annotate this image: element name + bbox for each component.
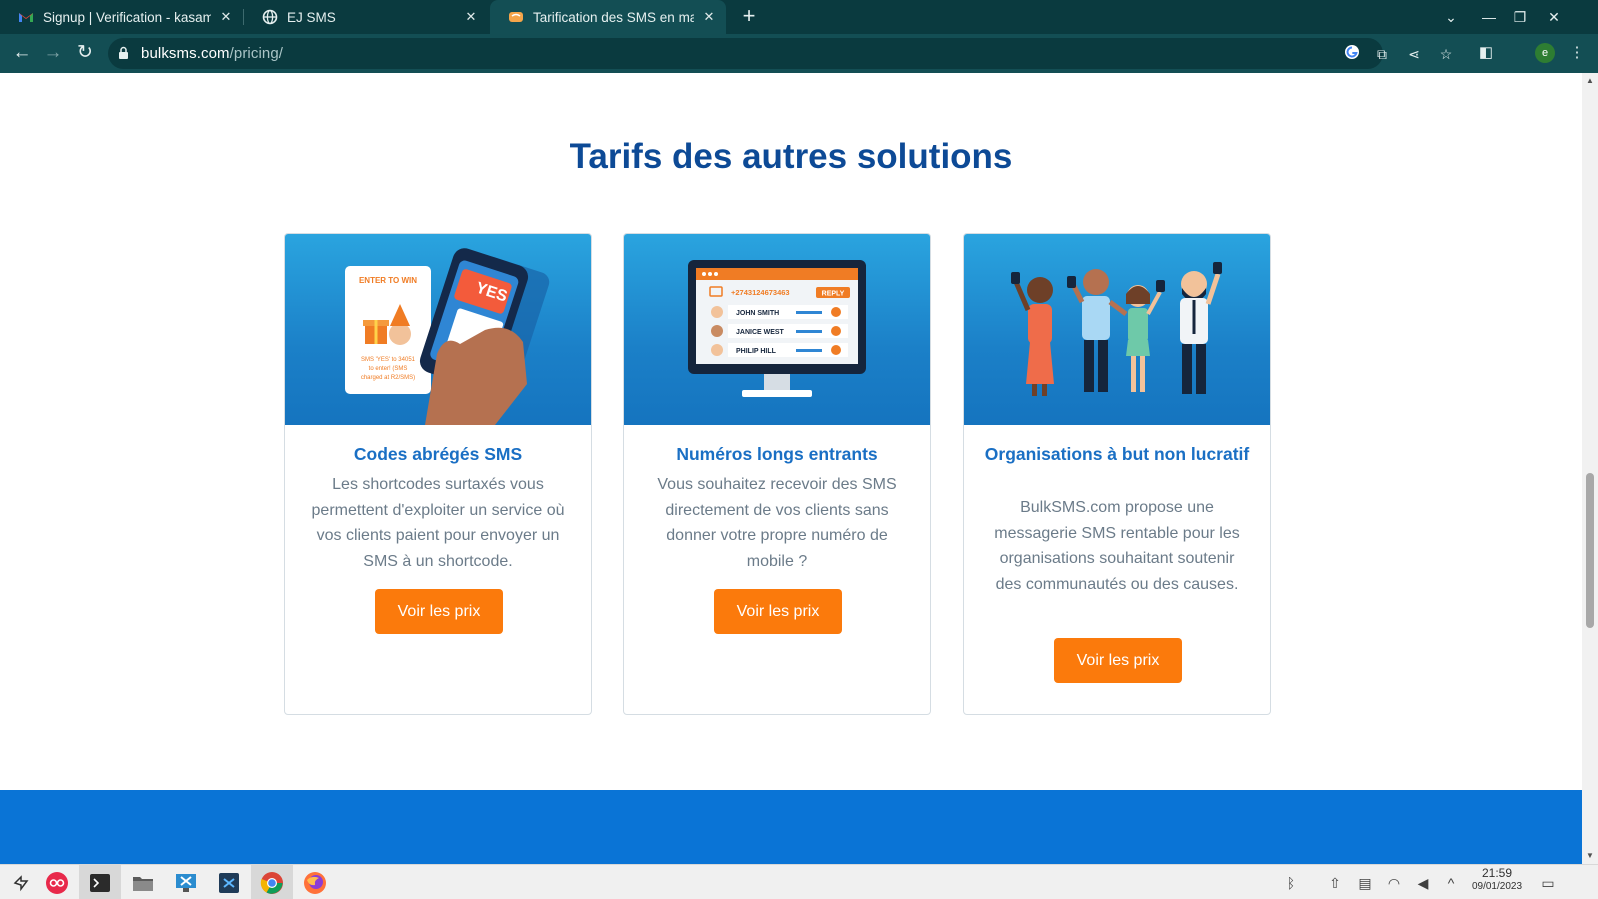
tab-gmail-signup[interactable]: Signup | Verification - kasam ✕ [0, 0, 243, 34]
google-lens-icon[interactable] [1342, 44, 1362, 64]
svg-text:+2743124673463: +2743124673463 [731, 288, 790, 297]
forward-arrow-icon[interactable]: → [38, 38, 68, 68]
svg-text:PHILIP HILL: PHILIP HILL [736, 348, 777, 355]
card-title: Organisations à but non lucratif [984, 444, 1250, 464]
svg-text:JANICE WEST: JANICE WEST [736, 329, 785, 336]
globe-icon [262, 9, 278, 25]
close-tab-icon[interactable]: ✕ [702, 9, 716, 25]
card-nonprofit: Organisations à but non lucratif BulkSMS… [963, 233, 1271, 715]
close-tab-icon[interactable]: ✕ [219, 9, 233, 25]
browser-tab-strip: Signup | Verification - kasam ✕ EJ SMS ✕… [0, 0, 1598, 34]
bookmark-star-icon[interactable]: ☆ [1436, 44, 1456, 64]
profile-avatar[interactable]: e [1535, 43, 1555, 63]
updates-icon[interactable]: ⇧ [1325, 873, 1345, 893]
back-arrow-icon[interactable]: ← [7, 38, 37, 68]
new-tab-button[interactable]: + [736, 4, 762, 30]
card-shortcodes: ENTER TO WIN SMS 'YES' to 34051 to enter… [284, 233, 592, 715]
svg-text:REPLY: REPLY [822, 291, 845, 298]
minimize-icon[interactable]: — [1473, 0, 1505, 34]
view-prices-button[interactable]: Voir les prix [1054, 638, 1182, 683]
card-title: Numéros longs entrants [676, 444, 878, 464]
remote-desktop-icon[interactable] [165, 865, 207, 899]
file-manager-icon[interactable] [122, 865, 164, 899]
reload-icon[interactable]: ↻ [70, 38, 100, 68]
card-title: Codes abrégés SMS [353, 444, 523, 464]
long-number-illustration: +2743124673463 REPLY JOHN SMITH JANICE W… [624, 234, 930, 425]
url-text: bulksms.com/pricing/ [141, 45, 284, 62]
scroll-up-arrow-icon[interactable]: ▲ [1586, 77, 1594, 85]
section-title: Tarifs des autres solutions [569, 137, 1013, 176]
bluetooth-icon[interactable]: ᛒ [1281, 873, 1301, 893]
card-description: Les shortcodes surtaxés vous permettent … [311, 476, 565, 570]
page-viewport: Tarifs des autres solutions ENTER TO WIN… [0, 73, 1582, 864]
bulksms-icon [508, 9, 524, 25]
browser-toolbar: ← → ↻ bulksms.com/pricing/ ⧉ ⋖ ☆ ◧ e ⋮ [0, 34, 1598, 73]
share-icon[interactable]: ⋖ [1404, 44, 1424, 64]
close-window-icon[interactable]: ✕ [1538, 0, 1570, 34]
nonprofit-people-illustration [964, 234, 1270, 425]
translate-icon[interactable]: ⧉ [1372, 44, 1392, 64]
os-taskbar: ᛒ ⇧ ▤ ◠ ◀ ^ 21:59 09/01/2023 ▭ [0, 864, 1598, 899]
lock-icon [119, 46, 128, 59]
menu-kebab-icon[interactable]: ⋮ [1566, 42, 1588, 64]
address-bar[interactable]: bulksms.com/pricing/ ⧉ ⋖ ☆ [108, 38, 1452, 69]
tab-title: EJ SMS [287, 9, 336, 25]
volume-icon[interactable]: ◀ [1413, 873, 1433, 893]
view-prices-button[interactable]: Voir les prix [714, 589, 842, 634]
restore-icon[interactable]: ❐ [1504, 0, 1536, 34]
tab-search-chevron-icon[interactable]: ⌄ [1435, 0, 1467, 34]
shortcode-illustration: ENTER TO WIN SMS 'YES' to 34051 to enter… [285, 234, 591, 425]
card-description: BulkSMS.com propose une messagerie SMS r… [994, 499, 1240, 593]
screen-recorder-icon[interactable] [36, 865, 78, 899]
tray-expand-chevron-icon[interactable]: ^ [1441, 873, 1461, 893]
clock[interactable]: 21:59 09/01/2023 [1466, 867, 1528, 893]
svg-text:JOHN SMITH: JOHN SMITH [736, 310, 779, 317]
card-long-numbers: +2743124673463 REPLY JOHN SMITH JANICE W… [623, 233, 931, 715]
vscode-icon[interactable] [208, 865, 250, 899]
clock-date: 09/01/2023 [1471, 881, 1523, 892]
view-prices-button[interactable]: Voir les prix [375, 589, 503, 634]
svg-text:charged at R2/SMS): charged at R2/SMS) [361, 375, 415, 381]
wifi-icon[interactable]: ◠ [1384, 873, 1404, 893]
tab-ej-sms[interactable]: EJ SMS ✕ [244, 0, 488, 34]
svg-text:SMS 'YES' to 34051: SMS 'YES' to 34051 [361, 357, 416, 363]
svg-text:to enter! (SMS: to enter! (SMS [369, 366, 408, 372]
firefox-icon[interactable] [294, 865, 336, 899]
clipboard-icon[interactable]: ▤ [1355, 873, 1375, 893]
terminal-icon[interactable] [79, 865, 121, 899]
tab-title: Tarification des SMS en masse [533, 9, 694, 25]
tab-bulksms-pricing[interactable]: Tarification des SMS en masse ✕ [490, 0, 726, 34]
svg-text:ENTER TO WIN: ENTER TO WIN [359, 276, 417, 285]
page-scrollbar[interactable]: ▲ ▼ [1582, 73, 1598, 864]
gmail-icon [18, 9, 34, 25]
footer-band [0, 790, 1582, 864]
clock-time: 21:59 [1481, 866, 1513, 880]
side-panel-icon[interactable]: ◧ [1475, 42, 1497, 64]
tab-title: Signup | Verification - kasam [43, 9, 211, 25]
notifications-icon[interactable]: ▭ [1538, 873, 1558, 893]
card-description: Vous souhaitez recevoir des SMS directem… [657, 476, 897, 570]
chrome-icon[interactable] [251, 865, 293, 899]
close-tab-icon[interactable]: ✕ [464, 9, 478, 25]
scroll-down-arrow-icon[interactable]: ▼ [1586, 852, 1594, 860]
scrollbar-thumb[interactable] [1586, 473, 1594, 628]
